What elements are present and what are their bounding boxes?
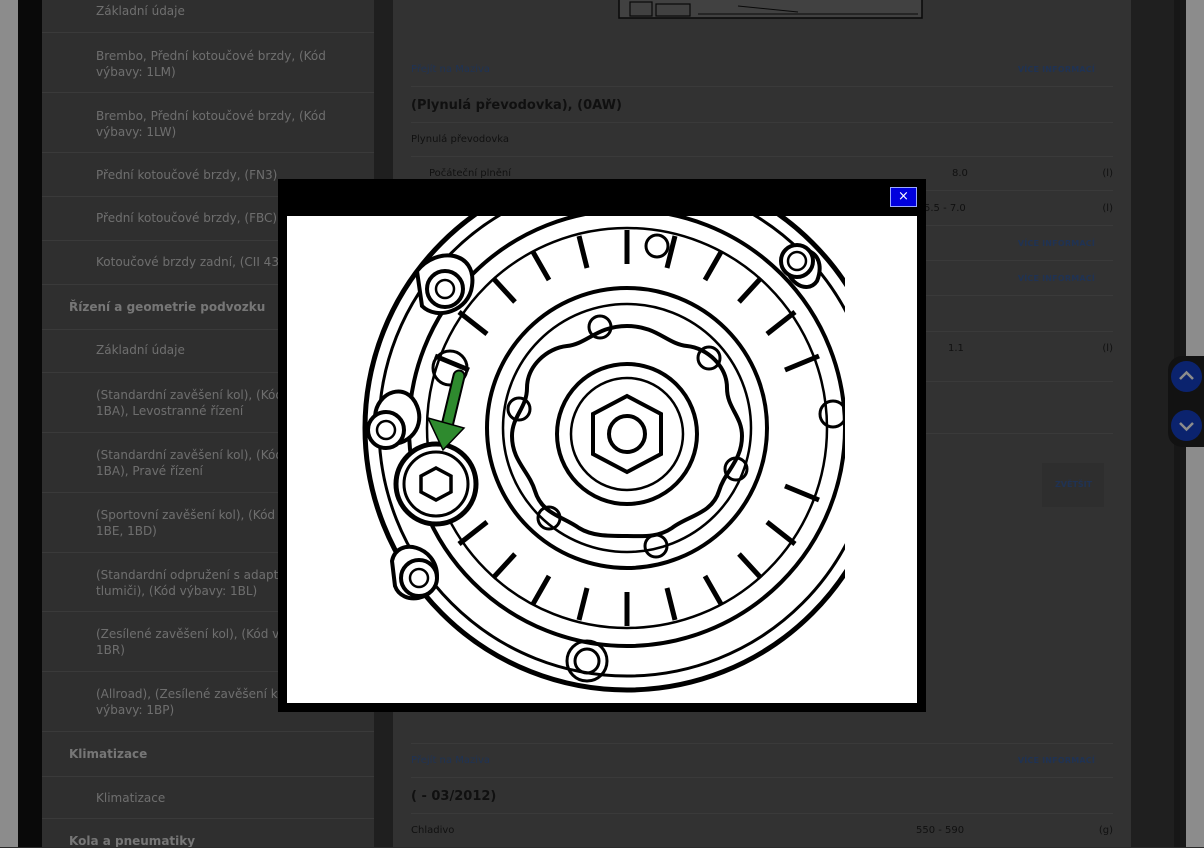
gearbox-drain-plug-diagram [362,216,845,693]
image-viewer [287,216,917,703]
close-button[interactable]: × [890,187,917,207]
